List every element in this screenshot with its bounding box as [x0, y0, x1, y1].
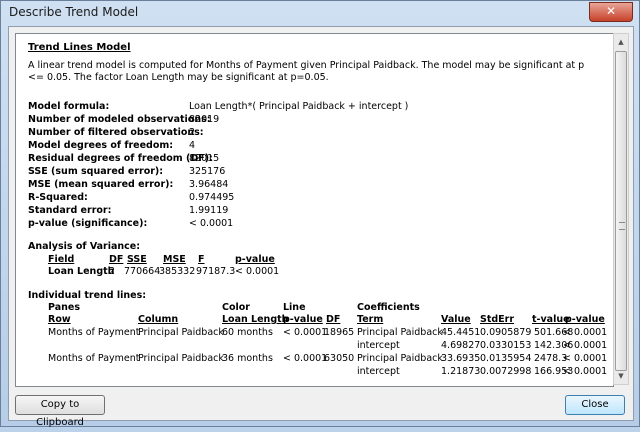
anova-header-mse: MSE — [163, 254, 186, 265]
trend-header-pvalue2: p-value — [565, 314, 605, 325]
stat-label: Number of modeled observations: — [28, 114, 211, 125]
stat-label: MSE (mean squared error): — [28, 179, 174, 190]
trend-term: intercept — [357, 340, 400, 351]
stat-value: < 0.0001 — [189, 218, 234, 229]
trend-row-name: Months of Payment — [48, 327, 140, 338]
stat-value: 3.96484 — [189, 179, 229, 190]
trend-header-column: Column — [138, 314, 179, 325]
trend-term: intercept — [357, 366, 400, 377]
trend-header-df: DF — [326, 314, 341, 325]
trend-line-df: 18965 — [324, 327, 355, 338]
close-button[interactable]: Close — [565, 395, 625, 415]
window-title: Describe Trend Model — [9, 5, 139, 19]
anova-f: 97187.3 — [196, 266, 236, 277]
trend-stderr: 0.0330153 — [480, 340, 532, 351]
stat-value: 325176 — [189, 166, 226, 177]
trend-term-pvalue: < 0.0001 — [563, 353, 608, 364]
trend-column-name: Principal Paidback — [138, 327, 224, 338]
trend-header-tvalue: t-value — [532, 314, 570, 325]
dialog-client-area: Trend Lines Model A linear trend model i… — [8, 26, 634, 428]
stat-label: p-value (significance): — [28, 218, 148, 229]
trend-line-df: 63050 — [324, 353, 355, 364]
trend-color: 36 months — [222, 353, 273, 364]
trend-heading: Individual trend lines: — [28, 290, 147, 301]
trend-group-panes: Panes — [48, 302, 80, 313]
vertical-scrollbar[interactable]: ▲ ▼ — [613, 33, 629, 385]
title-bar[interactable]: Describe Trend Model ✕ — [1, 1, 639, 25]
trend-value: 4.69827 — [441, 340, 481, 351]
trend-row-name: Months of Payment — [48, 353, 140, 364]
describe-trend-model-window: Describe Trend Model ✕ Trend Lines Model… — [0, 0, 640, 428]
trend-column-name: Principal Paidback — [138, 353, 224, 364]
report-heading: Trend Lines Model — [28, 42, 131, 53]
stat-value: Loan Length*( Principal Paidback + inter… — [189, 101, 409, 112]
trend-line-pvalue: < 0.0001 — [283, 353, 328, 364]
stat-value: 82015 — [189, 153, 220, 164]
anova-header-sse: SSE — [127, 254, 147, 265]
scroll-down-icon[interactable]: ▼ — [614, 368, 628, 384]
copy-to-clipboard-button[interactable]: Copy to Clipboard — [15, 395, 105, 428]
trend-term: Principal Paidback — [357, 353, 443, 364]
anova-pvalue: < 0.0001 — [235, 266, 280, 277]
anova-header-field: Field — [48, 254, 75, 265]
stat-label: SSE (sum squared error): — [28, 166, 164, 177]
trend-header-pvalue: p-value — [283, 314, 323, 325]
trend-stderr: 0.0905879 — [480, 327, 532, 338]
window-close-icon[interactable]: ✕ — [589, 2, 633, 22]
report-intro: A linear trend model is computed for Mon… — [28, 60, 585, 83]
scroll-thumb[interactable] — [615, 51, 627, 371]
trend-header-stderr: StdErr — [480, 314, 515, 325]
stat-label: Standard error: — [28, 205, 112, 216]
trend-term: Principal Paidback — [357, 327, 443, 338]
anova-df: 2 — [109, 266, 116, 277]
trend-value: 1.21873 — [441, 366, 481, 377]
anova-header-f: F — [198, 254, 205, 265]
report-panel: Trend Lines Model A linear trend model i… — [15, 33, 614, 387]
trend-group-coefficients: Coefficients — [357, 302, 420, 313]
trend-line-pvalue: < 0.0001 — [283, 327, 328, 338]
anova-heading: Analysis of Variance: — [28, 241, 141, 252]
anova-header-pvalue: p-value — [235, 254, 275, 265]
anova-sse: 770664 — [124, 266, 161, 277]
trend-value: 45.4451 — [441, 327, 481, 338]
trend-value: 33.6935 — [441, 353, 481, 364]
trend-term-pvalue: < 0.0001 — [563, 340, 608, 351]
stat-label: Residual degrees of freedom (DF): — [28, 153, 213, 164]
anova-mse: 385332 — [159, 266, 196, 277]
trend-group-line: Line — [283, 302, 306, 313]
stat-value: 2 — [189, 127, 196, 138]
trend-header-row: Row — [48, 314, 71, 325]
stat-label: R-Squared: — [28, 192, 88, 203]
stat-value: 4 — [189, 140, 196, 151]
trend-header-color: Loan Length — [222, 314, 289, 325]
stat-label: Model degrees of freedom: — [28, 140, 174, 151]
trend-color: 60 months — [222, 327, 273, 338]
stat-value: 82019 — [189, 114, 220, 125]
scroll-up-icon[interactable]: ▲ — [614, 34, 628, 50]
anova-header-df: DF — [109, 254, 124, 265]
trend-term-pvalue: < 0.0001 — [563, 366, 608, 377]
grip-icon — [619, 222, 625, 230]
trend-header-term: Term — [357, 314, 384, 325]
stat-value: 1.99119 — [189, 205, 229, 216]
trend-stderr: 0.0072998 — [480, 366, 532, 377]
stat-value: 0.974495 — [189, 192, 235, 203]
trend-stderr: 0.0135954 — [480, 353, 532, 364]
trend-header-value: Value — [441, 314, 471, 325]
trend-term-pvalue: < 0.0001 — [563, 327, 608, 338]
anova-field: Loan Length — [48, 266, 115, 277]
trend-group-color: Color — [222, 302, 250, 313]
stat-label: Model formula: — [28, 101, 110, 112]
stat-label: Number of filtered observations: — [28, 127, 204, 138]
